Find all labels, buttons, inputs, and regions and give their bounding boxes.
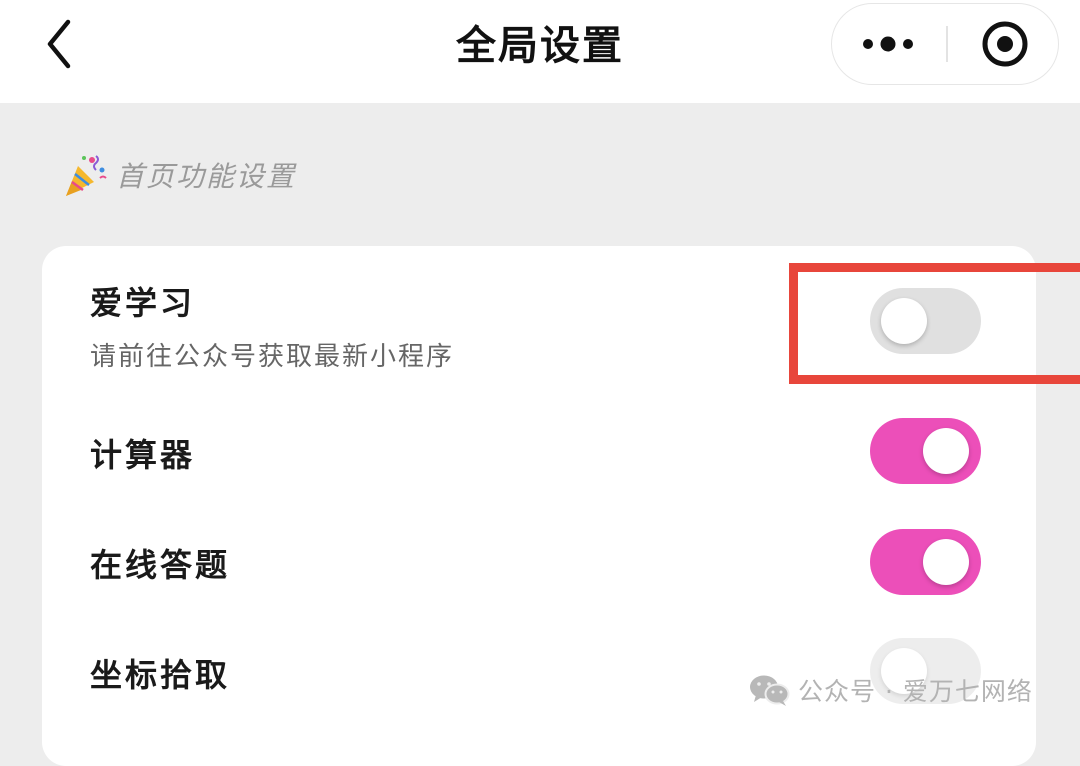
setting-subtitle-ai-xuexi: 请前往公众号获取最新小程序 (90, 342, 455, 372)
watermark: 公众号 · 爱万七网络 (748, 666, 1033, 714)
setting-title-ai-xuexi: 爱学习 (90, 284, 196, 322)
close-miniprogram-button[interactable] (947, 4, 1059, 83)
setting-title-online-quiz: 在线答题 (90, 546, 231, 584)
navigation-bar: 全局设置 (0, 0, 1080, 103)
section-title: 首页功能设置 (116, 160, 297, 193)
highlight-box (789, 263, 1080, 384)
more-button[interactable] (832, 4, 946, 83)
party-popper-icon (62, 152, 108, 198)
setting-title-calculator: 计算器 (90, 436, 196, 474)
toggle-knob (923, 428, 969, 474)
menu-capsule (831, 3, 1059, 85)
toggle-online-quiz[interactable] (870, 529, 981, 595)
record-circle-icon (947, 21, 1059, 87)
setting-title-coordinate-pick: 坐标拾取 (90, 656, 231, 694)
wechat-icon (748, 673, 790, 707)
more-dots-icon (832, 36, 946, 87)
toggle-knob (923, 539, 969, 585)
section-header: 首页功能设置 (62, 150, 296, 200)
toggle-calculator[interactable] (870, 418, 981, 484)
watermark-text: 公众号 · 爱万七网络 (798, 677, 1033, 706)
